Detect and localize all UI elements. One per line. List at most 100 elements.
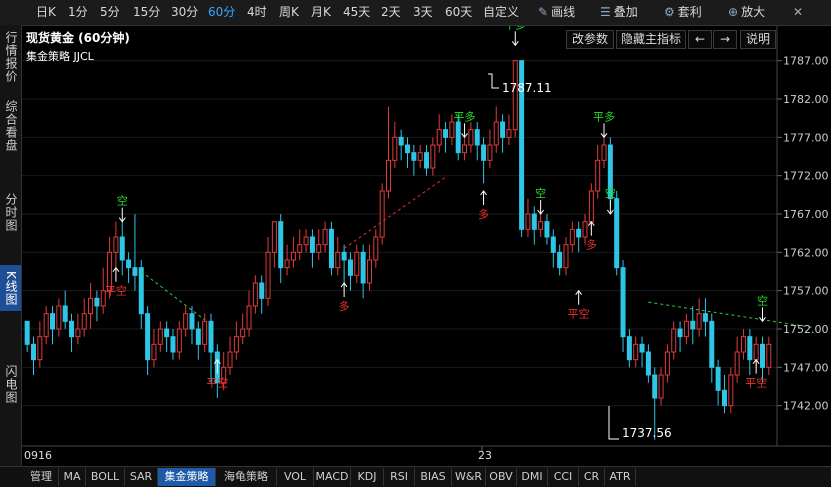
candle-body [265,251,271,299]
indicator-tab-boll[interactable]: BOLL [86,468,125,486]
candle-body [576,228,582,238]
candle-body [119,236,125,261]
prev-arrow-button[interactable]: ← [688,30,712,49]
side-tab-overview[interactable]: 综合看盘 [0,95,21,157]
signal-label: 空 [117,194,128,208]
signal-label: 多 [478,207,489,221]
indicator-tab-jjcl[interactable]: 集金策略 [158,468,216,486]
overlay-button[interactable]: ☰ 叠加 [600,0,638,25]
side-tab-quotes[interactable]: 行情报价 [0,27,21,87]
candle-body [417,152,423,161]
candle-body [487,144,493,161]
candle-body [506,129,512,138]
side-tab-flash[interactable]: 闪电图 [0,361,21,407]
indicator-tab-kdj[interactable]: KDJ [351,468,384,486]
period-60day[interactable]: 60天 [445,0,472,25]
candle-body [309,236,315,253]
candle-body [208,320,214,353]
period-month[interactable]: 月K [311,0,331,25]
period-15min[interactable]: 15分 [133,0,160,25]
period-5min[interactable]: 5分 [100,0,120,25]
indicator-tab-obv[interactable]: OBV [486,468,517,486]
y-tick-label: 1772.00 [783,170,829,183]
candle-body [75,328,81,338]
period-4h[interactable]: 4时 [247,0,267,25]
candle-body [626,336,632,361]
draw-line-button[interactable]: ✎ 画线 [538,0,575,25]
candle-body [303,236,309,246]
indicator-tab-wr[interactable]: W&R [452,468,486,486]
candle-body [620,267,626,338]
candle-body [360,251,366,284]
candle-body [252,282,258,307]
period-45day[interactable]: 45天 [343,0,370,25]
kline-chart[interactable]: 空平空平空多平多多平多空平空多平多空空平空 1787.001782.001777… [22,26,831,466]
period-custom[interactable]: 自定义 [483,0,519,25]
chart-title: 现货黄金 (60分钟) [26,30,130,45]
period-toolbar: 日K 1分 5分 15分 30分 60分 4时 周K 月K 45天 2天 3天 … [0,0,831,26]
candle-body [379,190,385,238]
candle-body [373,236,379,261]
period-1min[interactable]: 1分 [68,0,88,25]
candle-body [259,282,265,299]
candle-body [455,121,461,154]
candle-body [366,259,372,284]
signal-label: 平多 [454,109,476,123]
candle-body [246,305,252,330]
candle-body [728,374,734,407]
edit-params-button[interactable]: 改参数 [566,30,614,49]
candle-body [88,297,94,315]
period-2day[interactable]: 2天 [381,0,401,25]
indicator-tab-bias[interactable]: BIAS [415,468,452,486]
candle-body [176,328,182,353]
indicator-tab-macd[interactable]: MACD [314,468,351,486]
period-day[interactable]: 日K [36,0,56,25]
indicator-tab-rsi[interactable]: RSI [384,468,415,486]
zoom-button[interactable]: ⊕ 放大 [728,0,765,25]
indicator-tab-atr[interactable]: ATR [605,468,636,486]
close-icon[interactable]: ✕ [793,0,803,25]
side-tab-timeshare[interactable]: 分时图 [0,189,21,235]
indicator-tab-cci[interactable]: CCI [548,468,579,486]
period-3day[interactable]: 3天 [413,0,433,25]
x-label-start: 0916 [24,449,52,462]
side-tab-kline[interactable]: K线图 [0,265,21,311]
next-arrow-button[interactable]: → [713,30,737,49]
candle-body [550,236,556,253]
indicator-tab-vol[interactable]: VOL [277,468,314,486]
period-week[interactable]: 周K [279,0,299,25]
candle-body [297,244,303,253]
indicator-tab-dmi[interactable]: DMI [517,468,548,486]
candle-body [759,343,765,368]
indicator-tab-sar[interactable]: SAR [125,468,158,486]
side-tabs: 行情报价 综合看盘 分时图 K线图 闪电图 [0,25,22,466]
arbitrage-label: 套利 [677,5,702,19]
signal-label: 空 [535,186,546,200]
candle-body [405,144,411,154]
period-60min[interactable]: 60分 [208,0,235,25]
overlay-label: 叠加 [613,5,638,19]
candle-body [31,343,37,361]
candle-body [94,297,100,307]
arbitrage-button[interactable]: ⚙ 套利 [664,0,702,25]
help-button[interactable]: 说明 [740,30,776,49]
signal-label: 平多 [504,26,526,31]
candle-body [164,328,170,338]
candle-body [436,129,442,146]
hide-indicator-button[interactable]: 隐藏主指标 [616,30,686,49]
layers-icon: ☰ [600,5,611,19]
candle-body [449,121,455,138]
candle-body [385,159,391,192]
signal-label: 多 [586,238,597,252]
period-30min[interactable]: 30分 [171,0,198,25]
y-tick-label: 1777.00 [783,131,829,144]
candle-body [658,374,664,399]
indicator-tab-cr[interactable]: CR [579,468,605,486]
candle-body [157,328,163,345]
candle-body [113,236,119,253]
indicator-tab-manage[interactable]: 管理 [24,468,59,486]
candle-body [690,320,696,330]
indicator-tab-ma[interactable]: MA [59,468,86,486]
candle-body [240,328,246,338]
indicator-tab-turtle[interactable]: 海龟策略 [216,468,277,486]
